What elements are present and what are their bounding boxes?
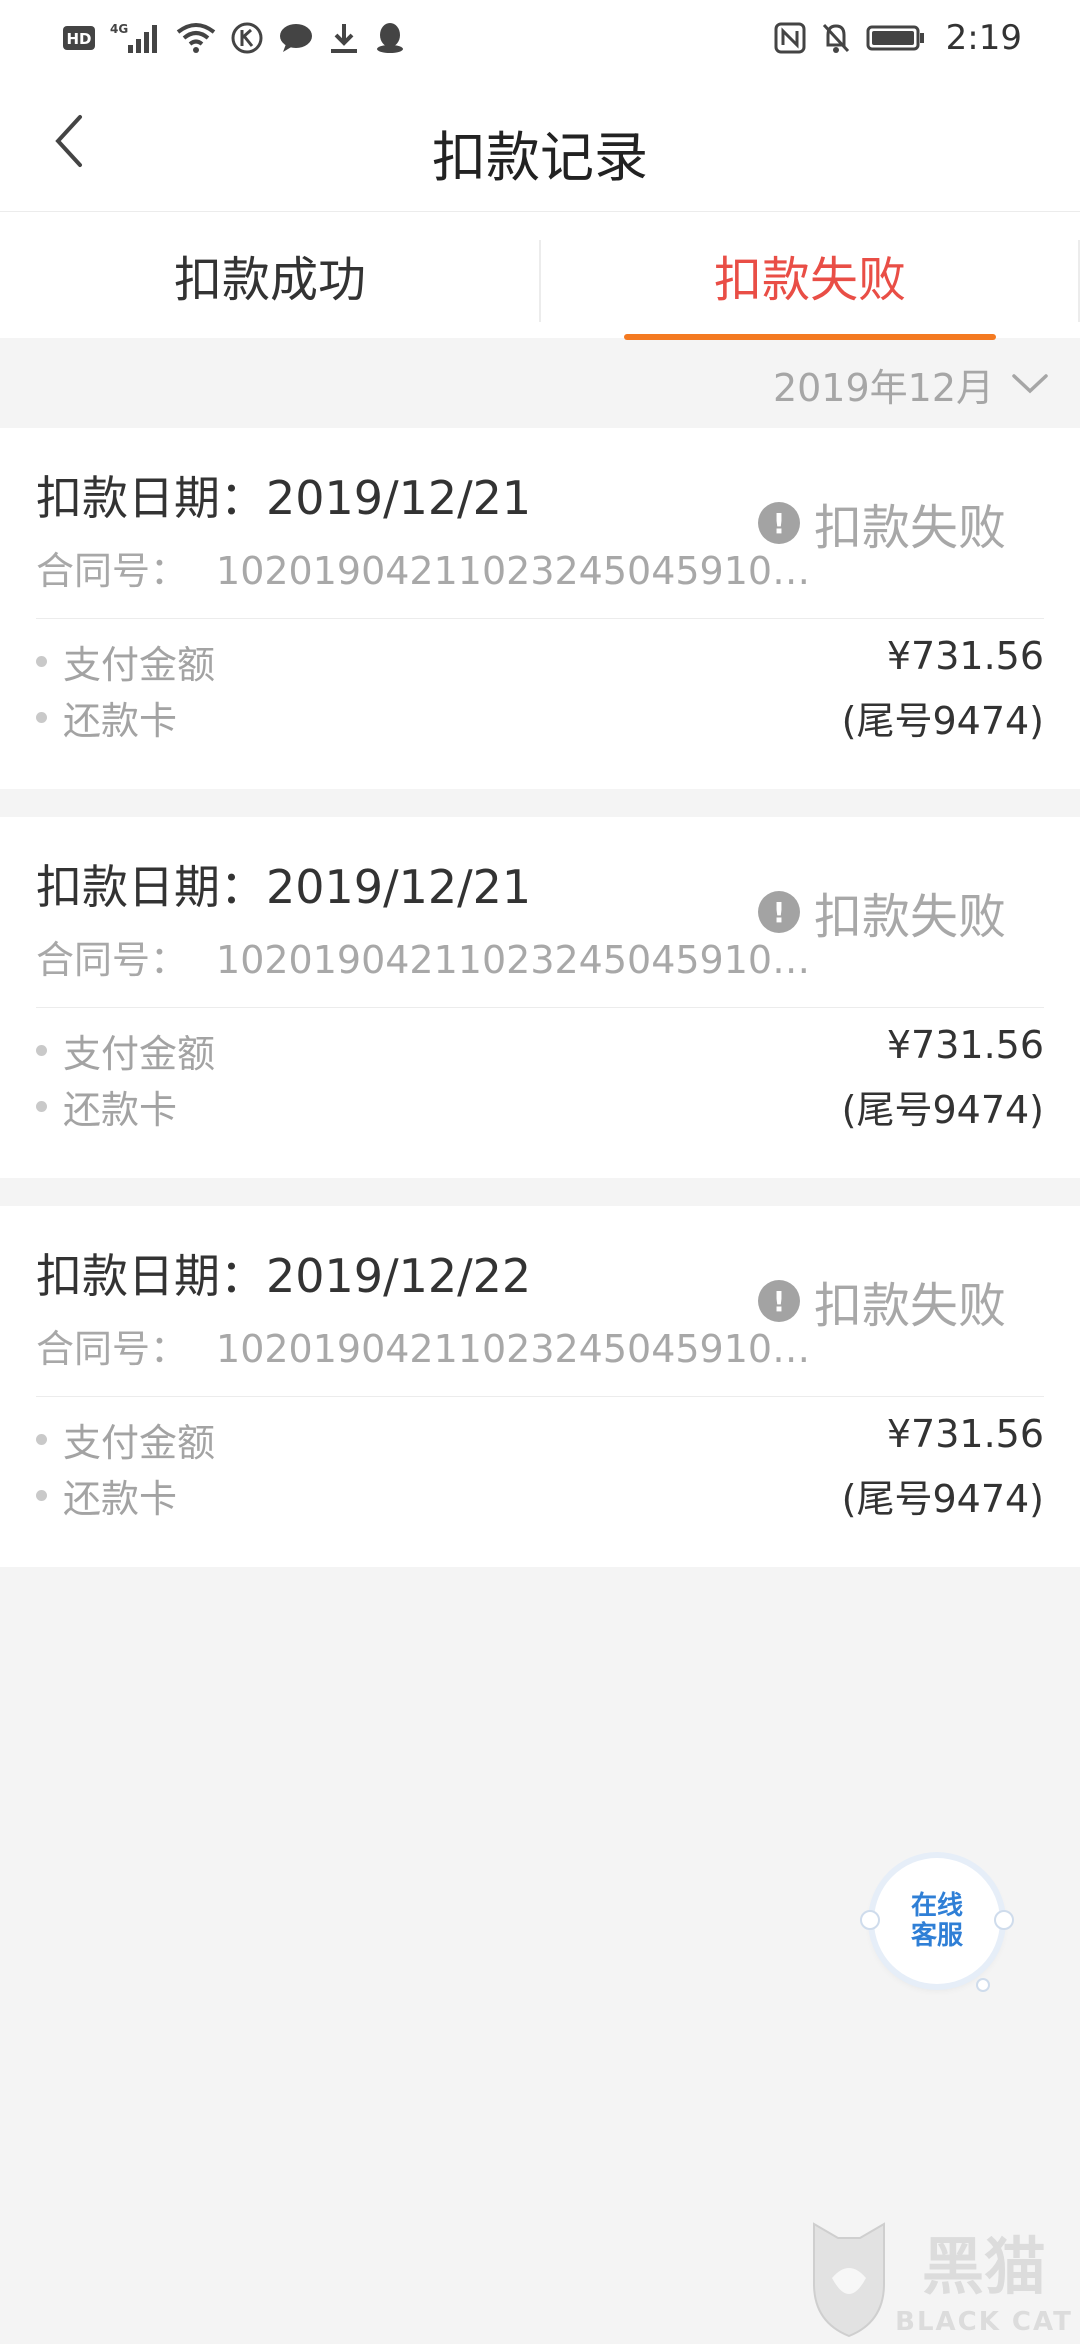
status-bar-right: 2:19 xyxy=(774,18,1022,58)
record-status-label: 扣款失败 xyxy=(814,500,1007,556)
svg-text:黑猫: 黑猫 xyxy=(922,2230,1046,2303)
record-contract: 合同号： 10201904211023245045910… xyxy=(36,1327,811,1371)
record-contract: 合同号： 10201904211023245045910… xyxy=(36,938,811,982)
amount-row: 支付金额 ¥731.56 xyxy=(36,1412,1044,1467)
card-row: 还款卡 (尾号9474) xyxy=(36,1468,1044,1523)
nfc-icon xyxy=(774,18,806,58)
blackcat-watermark: 黑猫 BLACK CAT xyxy=(808,2218,1080,2340)
tab-failed[interactable]: 扣款失败 xyxy=(540,212,1080,338)
warning-icon: ! xyxy=(758,891,800,933)
card-divider xyxy=(36,1396,1044,1397)
bullet-icon xyxy=(36,1101,47,1112)
bullet-icon xyxy=(36,712,47,723)
blackcat-logo-icon: 黑猫 BLACK CAT xyxy=(813,2222,1073,2338)
bullet-icon xyxy=(36,1490,47,1501)
record-status-label: 扣款失败 xyxy=(814,889,1007,945)
card-label: 还款卡 xyxy=(63,1477,178,1521)
page-title: 扣款记录 xyxy=(432,126,648,189)
card-value: (尾号9474) xyxy=(841,699,1044,743)
card-row: 还款卡 (尾号9474) xyxy=(36,690,1044,745)
download-icon xyxy=(328,18,360,58)
card-label: 还款卡 xyxy=(63,699,178,743)
service-knob-bottom xyxy=(976,1978,990,1992)
record-card[interactable]: 扣款日期：2019/12/22 合同号： 10201904211023245045… xyxy=(0,1206,1080,1567)
record-card[interactable]: 扣款日期：2019/12/21 合同号： 10201904211023245045… xyxy=(0,428,1080,789)
service-line-1: 在线 xyxy=(910,1891,963,1921)
card-divider xyxy=(36,1007,1044,1008)
amount-label: 支付金额 xyxy=(63,1421,216,1465)
svg-text:4G: 4G xyxy=(110,22,128,36)
online-service-button[interactable]: 在线 客服 xyxy=(860,1858,1014,1992)
bullet-icon xyxy=(36,1434,47,1445)
amount-value: ¥731.56 xyxy=(886,1412,1044,1456)
card-divider xyxy=(36,618,1044,619)
card-value: (尾号9474) xyxy=(841,1088,1044,1132)
tab-bar: 扣款成功 扣款失败 xyxy=(0,212,1080,338)
record-date: 扣款日期：2019/12/22 xyxy=(36,1249,532,1303)
svg-text:HD: HD xyxy=(66,30,91,48)
status-bar-left: HD 4G xyxy=(62,18,406,58)
record-date: 扣款日期：2019/12/21 xyxy=(36,860,532,914)
service-knob-left xyxy=(860,1910,880,1930)
amount-row: 支付金额 ¥731.56 xyxy=(36,1023,1044,1078)
bullet-icon xyxy=(36,656,47,667)
tab-success[interactable]: 扣款成功 xyxy=(0,212,540,338)
record-status: ! 扣款失败 xyxy=(758,1266,1006,1336)
warning-icon: ! xyxy=(758,1280,800,1322)
chevron-down-icon xyxy=(1010,372,1050,396)
amount-value: ¥731.56 xyxy=(886,1023,1044,1067)
amount-label: 支付金额 xyxy=(63,1032,216,1076)
wifi-icon xyxy=(176,18,216,58)
svg-text:BLACK CAT: BLACK CAT xyxy=(895,2307,1073,2337)
amount-label: 支付金额 xyxy=(63,643,216,687)
service-line-2: 客服 xyxy=(910,1921,963,1951)
record-status: ! 扣款失败 xyxy=(758,877,1006,947)
battery-icon xyxy=(866,18,926,58)
qq-icon xyxy=(374,18,406,58)
navigation-bar: 扣款记录 xyxy=(0,75,1080,212)
record-status-label: 扣款失败 xyxy=(814,1278,1007,1334)
card-value: (尾号9474) xyxy=(841,1477,1044,1521)
status-bar: HD 4G 2:19 xyxy=(0,0,1080,75)
record-date: 扣款日期：2019/12/21 xyxy=(36,471,532,525)
record-status: ! 扣款失败 xyxy=(758,488,1006,558)
amount-row: 支付金额 ¥731.56 xyxy=(36,634,1044,689)
status-time: 2:19 xyxy=(945,17,1022,58)
hd-icon: HD xyxy=(62,18,96,58)
record-contract: 合同号： 10201904211023245045910… xyxy=(36,549,811,593)
month-filter[interactable]: 2019年12月 xyxy=(0,340,1080,428)
card-label: 还款卡 xyxy=(63,1088,178,1132)
message-icon xyxy=(278,18,314,58)
k-icon xyxy=(230,18,264,58)
warning-icon: ! xyxy=(758,502,800,544)
card-row: 还款卡 (尾号9474) xyxy=(36,1079,1044,1134)
bullet-icon xyxy=(36,1045,47,1056)
amount-value: ¥731.56 xyxy=(886,634,1044,678)
month-label: 2019年12月 xyxy=(772,365,994,410)
record-card[interactable]: 扣款日期：2019/12/21 合同号： 10201904211023245045… xyxy=(0,817,1080,1178)
service-knob-right xyxy=(994,1910,1014,1930)
mute-bell-icon xyxy=(820,18,852,58)
4g-signal-icon: 4G xyxy=(110,18,162,58)
